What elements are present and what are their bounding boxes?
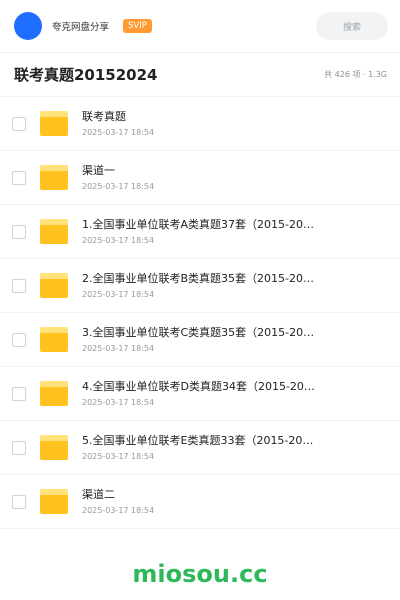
svip-badge: SVIP [123,19,152,33]
file-name: 5.全国事业单位联考E类真题33套（2015-20… [82,434,314,447]
file-row[interactable]: 2.全国事业单位联考B类真题35套（2015-20… 2025-03-17 18… [0,259,400,313]
watermark: miosou.cc [132,560,268,588]
folder-icon [40,489,68,514]
file-date: 2025-03-17 18:54 [82,128,155,137]
folder-icon [40,273,68,298]
file-date: 2025-03-17 18:54 [82,398,155,407]
row-checkbox[interactable] [12,278,26,293]
row-checkbox[interactable] [12,116,26,131]
file-row[interactable]: 4.全国事业单位联考D类真题34套（2015-20… 2025-03-17 18… [0,367,400,421]
search-placeholder: 搜索 [342,22,361,33]
file-name: 1.全国事业单位联考A类真题37套（2015-20… [82,218,314,231]
folder-icon [40,111,68,136]
row-checkbox[interactable] [12,494,26,509]
file-name: 渠道二 [82,488,115,501]
file-name: 联考真题 [82,110,126,123]
file-date: 2025-03-17 18:54 [82,182,155,191]
avatar[interactable] [14,12,42,40]
row-checkbox[interactable] [12,386,26,401]
folder-icon [40,219,68,244]
page-title: 联考真题20152024 [14,66,158,84]
file-date: 2025-03-17 18:54 [82,236,155,245]
file-list: 联考真题 2025-03-17 18:54 渠道一 2025-03-17 18:… [0,97,400,529]
file-date: 2025-03-17 18:54 [82,290,155,299]
file-date: 2025-03-17 18:54 [82,452,155,461]
folder-icon [40,327,68,352]
row-checkbox[interactable] [12,332,26,347]
folder-icon [40,165,68,190]
row-checkbox[interactable] [12,170,26,185]
file-name: 渠道一 [82,164,115,177]
file-row[interactable]: 渠道二 2025-03-17 18:54 [0,475,400,529]
file-date: 2025-03-17 18:54 [82,344,155,353]
file-row[interactable]: 联考真题 2025-03-17 18:54 [0,97,400,151]
folder-icon [40,381,68,406]
folder-icon [40,435,68,460]
file-row[interactable]: 5.全国事业单位联考E类真题33套（2015-20… 2025-03-17 18… [0,421,400,475]
row-checkbox[interactable] [12,440,26,455]
row-checkbox[interactable] [12,224,26,239]
file-row[interactable]: 3.全国事业单位联考C类真题35套（2015-20… 2025-03-17 18… [0,313,400,367]
top-bar: 夸克网盘分享 SVIP 搜索 [0,0,400,52]
file-name: 4.全国事业单位联考D类真题34套（2015-20… [82,380,315,393]
file-row[interactable]: 1.全国事业单位联考A类真题37套（2015-20… 2025-03-17 18… [0,205,400,259]
file-name: 2.全国事业单位联考B类真题35套（2015-20… [82,272,314,285]
search-input[interactable]: 搜索 [316,12,388,40]
user-name: 夸克网盘分享 [52,22,110,33]
item-count: 共 426 项 · 1.3G [324,70,387,79]
folder-header: 联考真题20152024 共 426 项 · 1.3G [0,53,400,97]
file-row[interactable]: 渠道一 2025-03-17 18:54 [0,151,400,205]
file-name: 3.全国事业单位联考C类真题35套（2015-20… [82,326,315,339]
file-date: 2025-03-17 18:54 [82,506,155,515]
